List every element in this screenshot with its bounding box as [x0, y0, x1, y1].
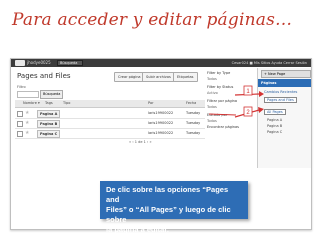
- sidebar-item-all-pages[interactable]: All Pages: [264, 109, 286, 115]
- sidebar-item-page[interactable]: Pagina B: [267, 124, 282, 128]
- row-checkbox[interactable]: [17, 111, 23, 117]
- top-navbar: jhodye0025 Búsqueda Cesar024 ■ Mis Sitio…: [11, 59, 311, 67]
- row-owner[interactable]: laris19900022: [148, 108, 173, 118]
- filter-type-select[interactable]: Todos: [207, 77, 217, 81]
- svg-text:2: 2: [246, 110, 250, 116]
- row-checkbox[interactable]: [17, 131, 23, 137]
- filter-page-label: Filtrar por página: [207, 99, 238, 103]
- badge-1: 1: [243, 85, 253, 96]
- star-icon[interactable]: ★: [25, 118, 29, 128]
- table-row[interactable]: ★ Pagina C laris19900022 Tuesday: [15, 128, 205, 139]
- site-name[interactable]: jhodye0025: [27, 60, 51, 66]
- filter-page-select[interactable]: Todas: [207, 105, 217, 109]
- new-page-button[interactable]: Crear página: [114, 72, 145, 82]
- column-owner[interactable]: Por: [148, 100, 154, 107]
- column-type[interactable]: Tipo: [63, 100, 70, 107]
- row-owner[interactable]: laris19900022: [148, 118, 173, 128]
- user-links[interactable]: Cesar024 ■ Mis Sitios Ayuda Cerrar Sesió…: [232, 60, 307, 66]
- filter-label: Filtro: [17, 85, 26, 89]
- callout-line: Files” o “All Pages” y luego de clic sob…: [106, 205, 231, 224]
- callout-line: la página a editar.: [106, 225, 169, 234]
- sidebar-item-recent-changes[interactable]: Cambios Recientes: [264, 90, 297, 94]
- filter-status-label: Filter by Status: [207, 85, 234, 89]
- edited-by-select[interactable]: Todos: [207, 119, 217, 123]
- row-checkbox[interactable]: [17, 121, 23, 127]
- slide-title: Para acceder y editar páginas…: [12, 10, 293, 30]
- edited-by-label: Editado por: [207, 113, 228, 117]
- search-button[interactable]: Búsqueda: [57, 60, 83, 66]
- filter-type-label: Filter by Type: [207, 71, 231, 75]
- row-date: Tuesday: [186, 131, 201, 135]
- column-date[interactable]: Fecha: [186, 100, 196, 107]
- column-tags[interactable]: Tags: [45, 100, 53, 107]
- sidebar-item-pages-and-files[interactable]: Pages and Files: [264, 97, 297, 103]
- row-date: Tuesday: [186, 121, 201, 125]
- pagination[interactable]: « ‹ 1 de 1 › »: [129, 140, 152, 144]
- filter-panel: Filter by Type Todos Filter by Status Ac…: [207, 71, 239, 131]
- sidebar-item-page[interactable]: Pagina C: [267, 130, 282, 134]
- filter-input[interactable]: [17, 91, 39, 98]
- instruction-callout: De clic sobre las opciones “Pages and Fi…: [100, 181, 248, 234]
- sidebar-header-pages[interactable]: Páginas: [258, 79, 311, 87]
- row-date: Tuesday: [186, 111, 201, 115]
- page-link[interactable]: Pagina B: [37, 120, 61, 128]
- badge-2: 2: [243, 106, 253, 117]
- svg-text:1: 1: [246, 89, 250, 95]
- sidebar-item-page[interactable]: Pagina A: [267, 118, 282, 122]
- tags-button[interactable]: Etiquetas: [173, 72, 198, 82]
- callout-line: De clic sobre las opciones “Pages and: [106, 185, 229, 204]
- find-pages-link[interactable]: Encontrar páginas: [207, 125, 239, 129]
- page-title: Pages and Files: [17, 72, 71, 80]
- column-name[interactable]: Nombre ▾: [23, 100, 40, 107]
- sidebar: + New Page Páginas Cambios Recientes Pag…: [257, 68, 311, 168]
- page-link[interactable]: Pagina A: [37, 110, 61, 118]
- upload-files-button[interactable]: Subir archivos: [142, 72, 175, 82]
- star-icon[interactable]: ★: [25, 128, 29, 138]
- filter-search-button[interactable]: Búsqueda: [40, 90, 64, 99]
- filter-status-select[interactable]: Activo: [207, 91, 218, 95]
- table-header: Nombre ▾ Tags Tipo Por Fecha: [15, 100, 205, 108]
- page-link[interactable]: Pagina C: [37, 130, 61, 138]
- star-icon[interactable]: ★: [25, 108, 29, 118]
- row-owner[interactable]: laris19900022: [148, 128, 173, 138]
- logo-icon: [15, 60, 25, 66]
- new-page-sidebar-button[interactable]: + New Page: [261, 70, 311, 78]
